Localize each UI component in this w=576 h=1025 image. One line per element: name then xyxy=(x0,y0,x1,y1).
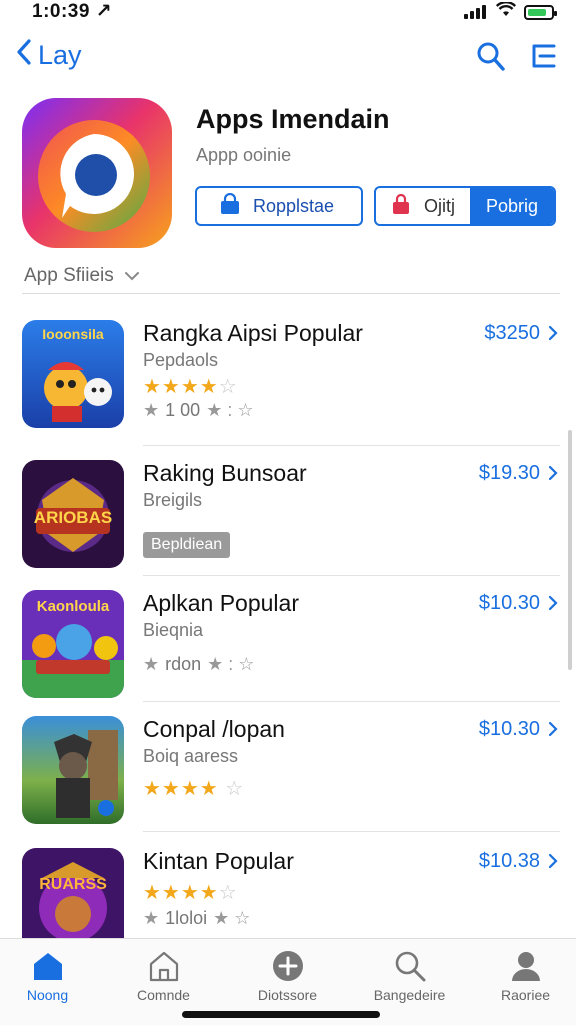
rating-count: 1 00 xyxy=(165,400,201,420)
chevron-right-icon xyxy=(548,853,558,874)
plus-circle-icon xyxy=(271,949,305,986)
row-divider xyxy=(143,831,560,832)
app-subtitle: Appp ooinie xyxy=(196,145,292,165)
tab-home[interactable]: Noong xyxy=(0,947,105,1003)
tab-search[interactable]: Bangedeire xyxy=(352,947,467,1003)
row-divider xyxy=(143,575,560,576)
row-divider xyxy=(143,445,560,446)
home-indicator xyxy=(182,1011,380,1018)
scrollbar[interactable] xyxy=(568,430,572,670)
bag-icon xyxy=(219,192,241,220)
section-label: App Sfiieis xyxy=(24,265,114,286)
list-item[interactable]: Iooonsila Rangka Aipsi Popular Pepdaols … xyxy=(0,312,576,446)
app-icon xyxy=(22,98,172,248)
app-category: Breigils xyxy=(143,490,203,510)
price: $10.30 xyxy=(478,718,540,740)
chevron-down-icon xyxy=(124,265,140,287)
app-category: Bieqnia xyxy=(143,620,204,640)
tab-label: Comnde xyxy=(137,987,190,1003)
chevron-right-icon xyxy=(548,465,558,486)
buy-option-button[interactable]: Ojitj xyxy=(376,188,470,224)
price: $19.30 xyxy=(478,462,540,484)
app-name: Raking Bunsoar xyxy=(143,460,307,486)
thumb-title: Iooonsila xyxy=(42,326,104,342)
house-outline-icon xyxy=(147,950,181,985)
rating-meta: ★ 1 00 ★ : ☆ xyxy=(143,400,254,420)
chevron-right-icon xyxy=(548,595,558,616)
tab-label: Raoriee xyxy=(500,987,551,1003)
rating-stars: ★★★★ ☆ xyxy=(143,778,245,800)
install-label: Ropplstae xyxy=(253,195,335,216)
app-tag: Bepldiean xyxy=(143,532,231,558)
buy-button-group[interactable]: Ojitj Pobrig xyxy=(374,186,556,226)
search-icon xyxy=(393,949,427,986)
app-thumbnail: Iooonsila xyxy=(22,320,124,428)
list-item[interactable]: ARIOBAS Raking Bunsoar Breigils Bepldiea… xyxy=(0,452,576,582)
app-name: Kintan Popular xyxy=(143,848,294,874)
tab-discover[interactable]: Diotssore xyxy=(230,947,345,1003)
status-bar: 1:0:39 ↗ xyxy=(0,0,576,24)
app-name: Conpal /lopan xyxy=(143,716,285,742)
install-button[interactable]: Ropplstae xyxy=(195,186,363,226)
back-label: Lay xyxy=(38,40,82,70)
rating-meta: ★ 1loloi ★ ☆ xyxy=(143,908,251,928)
lock-bag-icon xyxy=(390,193,412,220)
thumb-title: ARIOBAS xyxy=(33,508,113,527)
section-header[interactable]: App Sfiieis xyxy=(24,265,140,287)
tab-label: Bangedeire xyxy=(373,987,446,1003)
thumb-title: Kaonloula xyxy=(36,598,110,615)
status-time: 1:0:39 ↗ xyxy=(32,1,113,22)
row-divider xyxy=(143,701,560,702)
list-item[interactable]: Conpal /lopan Boiq aaress ★★★★ ☆ $10.30 xyxy=(0,708,576,838)
divider xyxy=(22,293,560,294)
chevron-right-icon xyxy=(548,325,558,346)
nav-bar: Lay xyxy=(0,38,576,78)
list-icon[interactable] xyxy=(530,40,558,77)
rating-count: 1loloi xyxy=(165,908,208,928)
app-name: Rangka Aipsi Popular xyxy=(143,320,363,346)
app-category: Boiq aaress xyxy=(143,746,239,766)
tab-label: Diotssore xyxy=(257,987,318,1003)
battery-icon xyxy=(524,4,557,20)
app-thumbnail xyxy=(22,716,124,824)
tab-profile[interactable]: Raoriee xyxy=(468,947,576,1003)
list-item[interactable]: Kaonloula Aplkan Popular Bieqnia ★ rdon ★ … xyxy=(0,582,576,712)
home-icon xyxy=(31,950,65,985)
tab-community[interactable]: Comnde xyxy=(106,947,221,1003)
wifi-icon xyxy=(495,1,517,22)
rating-stars: ★★★★☆ xyxy=(143,882,238,904)
signal-icon xyxy=(464,5,488,19)
price: $10.38 xyxy=(478,850,540,872)
buy-option-label: Ojitj xyxy=(424,195,455,216)
app-name: Aplkan Popular xyxy=(143,590,299,616)
price: $10.30 xyxy=(478,592,540,614)
app-title: Apps Imendain xyxy=(196,104,390,134)
chevron-left-icon xyxy=(16,38,38,73)
app-category: Pepdaols xyxy=(143,350,219,370)
status-icons xyxy=(464,1,557,22)
thumb-title: RUARSS xyxy=(39,876,107,893)
price: $3250 xyxy=(484,322,540,344)
rating-meta: ★ rdon ★ : ☆ xyxy=(143,654,255,674)
search-icon[interactable] xyxy=(476,40,506,77)
rating-stars: ★★★★☆ xyxy=(143,376,238,398)
get-button[interactable]: Pobrig xyxy=(470,188,554,224)
rating-count: rdon xyxy=(165,654,202,674)
back-button[interactable]: Lay xyxy=(16,38,82,73)
tab-label: Noong xyxy=(26,987,69,1003)
app-thumbnail: ARIOBAS xyxy=(22,460,124,568)
chevron-right-icon xyxy=(548,721,558,742)
app-thumbnail: Kaonloula xyxy=(22,590,124,698)
person-icon xyxy=(509,949,543,986)
